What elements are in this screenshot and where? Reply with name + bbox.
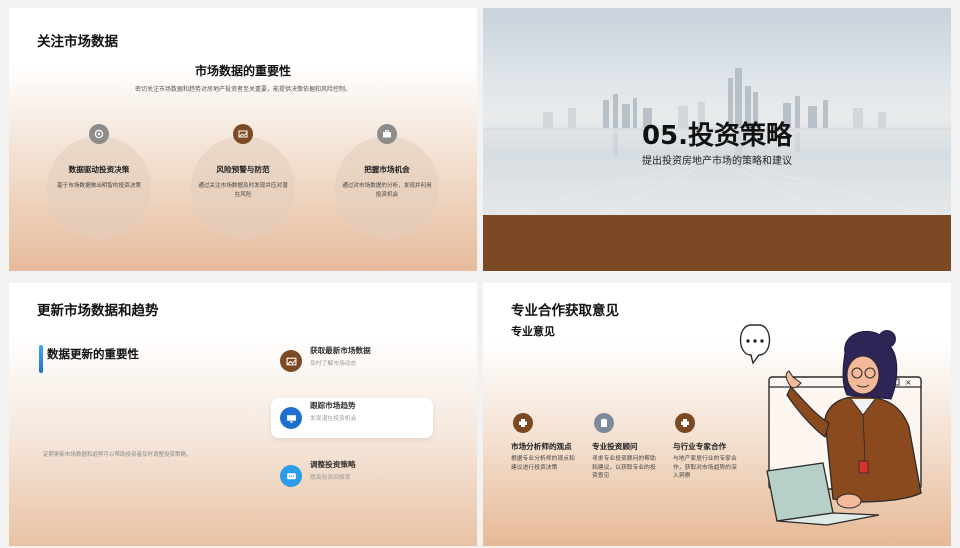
section-description: 密切关注市场数据和趋势对房地产投资者至关重要，能提供决策依据和风险控制。 (134, 86, 351, 93)
svg-text:×: × (905, 378, 912, 387)
printer-icon (675, 413, 695, 433)
step-desc: 提高投资回报率 (310, 475, 351, 481)
slide-title: 关注市场数据 (37, 34, 118, 50)
slide-title: 专业合作获取意见 (511, 303, 619, 319)
column-title: 市场分析师的观点 (511, 442, 572, 451)
item-desc: 通过关注市场数据及时发现并应对潜在风险 (198, 183, 288, 198)
section-title: 数据更新的重要性 (47, 347, 139, 361)
slide-update-market-data[interactable]: 更新市场数据和趋势 数据更新的重要性 定期更新市场数据和趋势可以帮助投资者及时调… (9, 283, 477, 546)
step-desc: 及时了解市场动态 (310, 361, 357, 367)
column-title: 与行业专家合作 (673, 442, 727, 451)
item-desc: 基于市场数据做出明智的投资决策 (57, 183, 141, 189)
slide-subtitle: 提出投资房地产市场的策略和建议 (642, 156, 792, 167)
column-title: 专业投资顾问 (592, 442, 638, 451)
section-note: 定期更新市场数据和趋势可以帮助投资者及时调整投资策略。 (43, 452, 192, 458)
item-desc: 通过对市场数据的分析，发现并利用投资机会 (342, 183, 432, 198)
column-desc: 根据专业分析师的观点和建议进行投资决策 (511, 456, 575, 471)
slide-title: 05.投资策略 (641, 121, 793, 151)
slide-market-data[interactable]: 关注市场数据 市场数据的重要性 密切关注市场数据和趋势对房地产投资者至关重要，能… (9, 8, 477, 271)
item-title: 数据驱动投资决策 (68, 165, 130, 174)
briefcase-icon (377, 124, 397, 144)
printer-icon (513, 413, 533, 433)
city-skyline-photo (483, 8, 951, 216)
step-title: 调整投资策略 (310, 460, 356, 469)
slide-professional-cooperation[interactable]: 专业合作获取意见 专业意见 市场分析师的观点 专业投资顾问 与行业专家合作 根据… (483, 283, 951, 546)
accent-bar (39, 345, 43, 373)
image-icon (280, 350, 302, 372)
clipboard-icon (594, 413, 614, 433)
step-title: 跟踪市场趋势 (310, 401, 356, 410)
section-title: 专业意见 (511, 325, 555, 338)
image-icon (233, 124, 253, 144)
target-icon (89, 124, 109, 144)
step-desc: 发现潜在投资机会 (310, 416, 357, 422)
chat-icon (280, 465, 302, 487)
consultant-illustration: × (729, 323, 951, 546)
slide-title: 更新市场数据和趋势 (37, 303, 159, 319)
item-title: 把握市场机会 (364, 165, 410, 174)
item-title: 风险预警与防范 (216, 165, 270, 174)
monitor-icon (280, 407, 302, 429)
column-desc: 寻求专业投资顾问的帮助和建议，以获取专业的投资意见 (592, 456, 656, 480)
section-title: 市场数据的重要性 (194, 64, 291, 78)
slide-investment-strategy[interactable]: 05.投资策略 提出投资房地产市场的策略和建议 (483, 8, 951, 271)
step-title: 获取最新市场数据 (310, 346, 371, 355)
